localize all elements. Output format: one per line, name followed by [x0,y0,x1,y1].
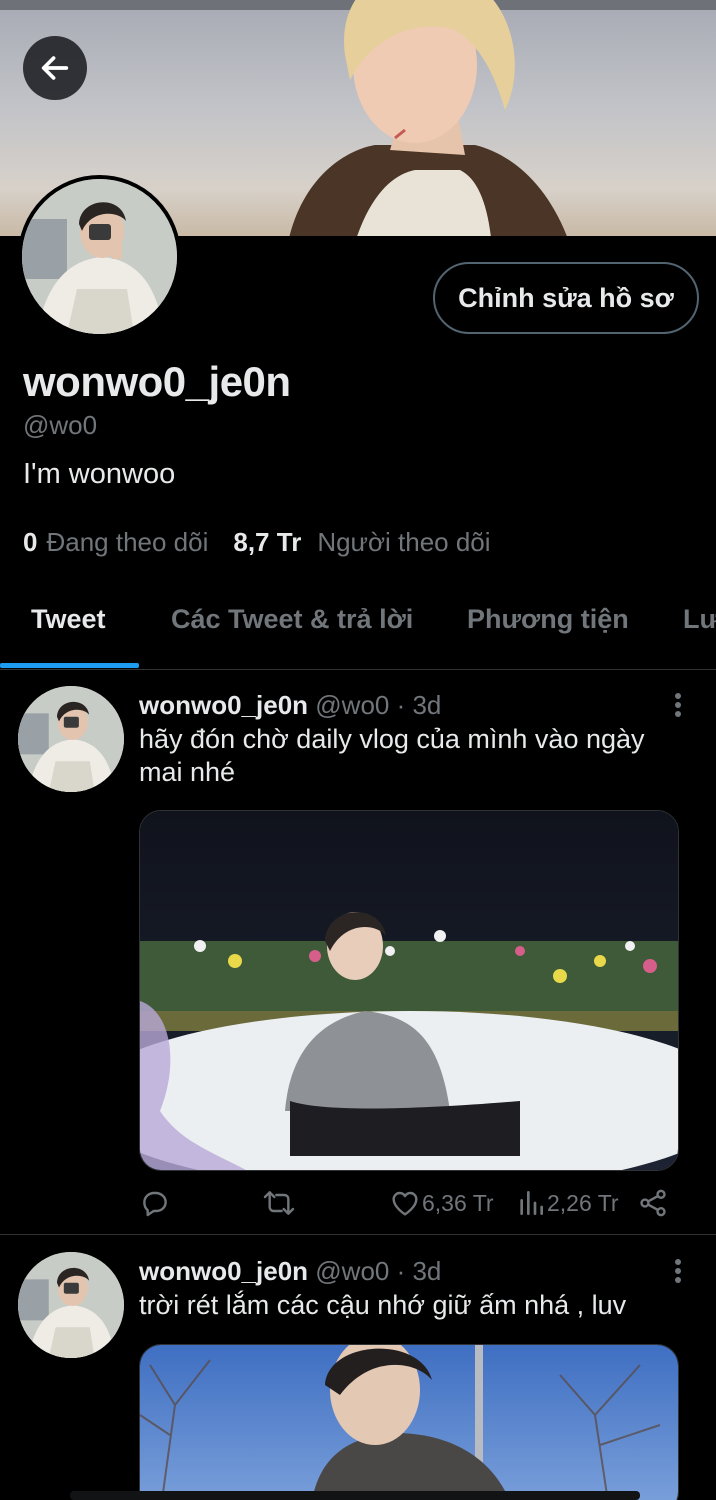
more-vertical-icon [668,693,688,717]
views-button[interactable]: 2,26 Tr [517,1183,619,1223]
like-button[interactable]: 6,36 Tr [389,1183,494,1223]
arrow-left-icon [41,56,69,80]
profile-stats: 0 Đang theo dõi 8,7 Tr Người theo dõi [23,527,491,558]
back-button[interactable] [23,36,87,100]
tweet-text: hãy đón chờ daily vlog của mình vào ngày… [139,724,645,787]
tweet-header: wonwo0_je0n @wo0 · 3d [139,1256,441,1287]
more-button[interactable] [668,1257,688,1287]
tweet-actions: 6,36 Tr 2,26 Tr [139,1183,684,1223]
share-icon [640,1189,666,1217]
avatar-photo [22,179,177,334]
followers-label: Người theo dõi [317,527,491,557]
more-button[interactable] [668,691,688,721]
following-link[interactable]: 0 Đang theo dõi [23,527,208,558]
avatar-photo [18,1252,124,1358]
followers-count: 8,7 Tr [233,527,302,557]
bottom-bar [70,1491,640,1500]
banner-photo [289,0,567,236]
tweet-meta: @wo0 · 3d [315,1256,442,1286]
like-count: 6,36 Tr [422,1189,494,1216]
divider [0,669,716,670]
tab-media[interactable]: Phương tiện [467,604,629,635]
media-photo [140,811,678,1170]
profile-bio: I'm wonwoo [23,458,176,490]
views-count: 2,26 Tr [547,1189,619,1216]
tab-likes[interactable]: Lư [683,604,716,635]
following-count: 0 [23,527,38,557]
heart-icon [392,1191,418,1216]
tweet-media-image[interactable] [139,1344,679,1500]
reply-button[interactable] [139,1183,171,1223]
followers-link[interactable]: 8,7 Tr Người theo dõi [233,527,490,558]
tab-tweets-replies[interactable]: Các Tweet & trả lời [171,604,413,635]
profile-handle: @wo0 [23,410,98,440]
following-label: Đang theo dõi [46,527,209,557]
media-photo [140,1345,678,1500]
more-vertical-icon [668,1259,688,1283]
reply-icon [143,1191,167,1217]
tweet-author-name[interactable]: wonwo0_je0n [139,690,308,720]
divider [0,1234,716,1235]
profile-tabs: Tweet Các Tweet & trả lời Phương tiện Lư [0,590,716,670]
display-name: wonwo0_je0n [23,358,291,405]
tweet-media-image[interactable] [139,810,679,1171]
tab-tweets[interactable]: Tweet [31,604,106,635]
tweet-text: trời rét lắm các cậu nhớ giữ ấm nhá , lu… [139,1290,627,1320]
views-icon [520,1191,543,1215]
tweet-header: wonwo0_je0n @wo0 · 3d [139,690,441,721]
share-button[interactable] [637,1183,669,1223]
retweet-button[interactable] [261,1183,297,1223]
avatar-photo [18,686,124,792]
tweet-avatar[interactable] [18,1252,124,1358]
edit-profile-button[interactable]: Chỉnh sửa hồ sơ [433,262,699,334]
active-tab-indicator [0,663,139,668]
tweet-avatar[interactable] [18,686,124,792]
tweet-meta: @wo0 · 3d [315,690,442,720]
profile-avatar[interactable] [18,175,181,338]
retweet-icon [263,1191,295,1215]
tweet-author-name[interactable]: wonwo0_je0n [139,1256,308,1286]
